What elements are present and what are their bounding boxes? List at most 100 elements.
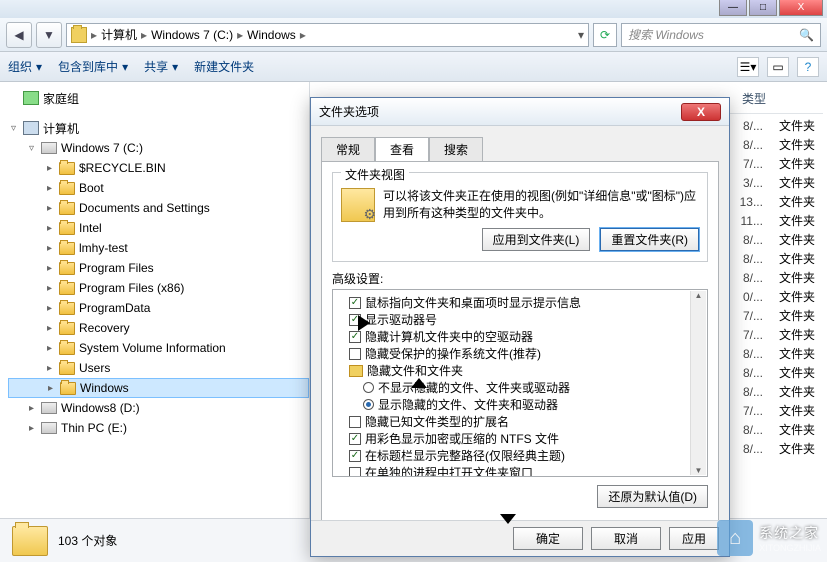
checkbox-icon[interactable]: ✓ xyxy=(349,297,361,309)
toolbar: 组织 ▾ 包含到库中 ▾ 共享 ▾ 新建文件夹 ☰ ▾ ▭ ? xyxy=(0,52,827,82)
checkbox-icon[interactable]: ✓ xyxy=(349,433,361,445)
back-button[interactable]: ◀ xyxy=(6,22,32,48)
checkbox-icon[interactable]: ✓ xyxy=(349,450,361,462)
reset-folders-button[interactable]: 重置文件夹(R) xyxy=(600,228,699,251)
scrollbar[interactable] xyxy=(690,291,706,475)
folder-icon xyxy=(59,262,75,275)
apply-to-folders-button[interactable]: 应用到文件夹(L) xyxy=(482,228,591,251)
folder-view-icon xyxy=(341,188,375,222)
search-icon[interactable]: 🔍 xyxy=(799,28,814,42)
address-bar[interactable]: ▸ 计算机 ▸ Windows 7 (C:) ▸ Windows ▸ ▾ xyxy=(66,23,589,47)
adv-checkbox-item[interactable]: ✓隐藏计算机文件夹中的空驱动器 xyxy=(335,328,705,345)
advanced-label: 高级设置: xyxy=(332,270,708,287)
checkbox-icon[interactable]: ✓ xyxy=(349,314,361,326)
dialog-close-button[interactable]: X xyxy=(681,103,721,121)
apply-button[interactable]: 应用 xyxy=(669,527,719,550)
checkbox-icon[interactable] xyxy=(349,467,361,478)
breadcrumb-drive[interactable]: Windows 7 (C:) xyxy=(151,28,233,42)
watermark-sub: XITONGZHIJIA xyxy=(759,543,821,553)
tree-folder[interactable]: ▸Windows xyxy=(8,378,309,398)
group-title: 文件夹视图 xyxy=(341,166,409,183)
chevron-right-icon[interactable]: ▸ xyxy=(141,28,147,42)
ok-button[interactable]: 确定 xyxy=(513,527,583,550)
tree-folder[interactable]: ▸$RECYCLE.BIN xyxy=(8,158,309,178)
help-button[interactable]: ? xyxy=(797,57,819,77)
dialog-tabs: 常规 查看 搜索 xyxy=(311,126,729,161)
share-menu[interactable]: 共享 ▾ xyxy=(144,58,178,75)
tree-drive-c[interactable]: ▿Windows 7 (C:) xyxy=(8,138,309,158)
include-menu[interactable]: 包含到库中 ▾ xyxy=(58,58,128,75)
tree-folder[interactable]: ▸Program Files xyxy=(8,258,309,278)
tree-drive-d[interactable]: ▸Windows8 (D:) xyxy=(8,398,309,418)
restore-defaults-button[interactable]: 还原为默认值(D) xyxy=(597,485,708,508)
tree-drive-e[interactable]: ▸Thin PC (E:) xyxy=(8,418,309,438)
dialog-title: 文件夹选项 xyxy=(319,103,379,120)
watermark-brand: 系统之家 xyxy=(759,523,821,543)
watermark-logo-icon: ⌂ xyxy=(717,520,753,556)
tab-view[interactable]: 查看 xyxy=(375,137,429,162)
tab-body: 文件夹视图 可以将该文件夹正在使用的视图(例如"详细信息"或"图标")应用到所有… xyxy=(321,161,719,531)
dialog-titlebar[interactable]: 文件夹选项 X xyxy=(311,98,729,126)
tree-homegroup[interactable]: 家庭组 xyxy=(8,88,309,108)
tree-folder[interactable]: ▸Boot xyxy=(8,178,309,198)
view-mode-button[interactable]: ☰ ▾ xyxy=(737,57,759,77)
cancel-button[interactable]: 取消 xyxy=(591,527,661,550)
radio-icon[interactable] xyxy=(363,399,374,410)
tab-search[interactable]: 搜索 xyxy=(429,137,483,162)
tree-folder[interactable]: ▸Documents and Settings xyxy=(8,198,309,218)
tree-folder[interactable]: ▸Recovery xyxy=(8,318,309,338)
radio-icon[interactable] xyxy=(363,382,374,393)
tree-folder[interactable]: ▸Users xyxy=(8,358,309,378)
adv-checkbox-item[interactable]: ✓鼠标指向文件夹和桌面项时显示提示信息 xyxy=(335,294,705,311)
chevron-right-icon[interactable]: ▸ xyxy=(91,28,97,42)
organize-menu[interactable]: 组织 ▾ xyxy=(8,58,42,75)
adv-checkbox-item[interactable]: ✓显示驱动器号 xyxy=(335,311,705,328)
tree-folder[interactable]: ▸System Volume Information xyxy=(8,338,309,358)
chevron-right-icon[interactable]: ▸ xyxy=(300,28,306,42)
folder-icon xyxy=(71,27,87,43)
new-folder-button[interactable]: 新建文件夹 xyxy=(194,58,254,75)
folder-options-dialog: 文件夹选项 X 常规 查看 搜索 文件夹视图 可以将该文件夹正在使用的视图(例如… xyxy=(310,97,730,557)
breadcrumb-windows[interactable]: Windows xyxy=(247,28,296,42)
tree-folder[interactable]: ▸Program Files (x86) xyxy=(8,278,309,298)
adv-checkbox-item[interactable]: 隐藏受保护的操作系统文件(推荐) xyxy=(335,345,705,362)
adv-checkbox-item[interactable]: 隐藏已知文件类型的扩展名 xyxy=(335,413,705,430)
tree-folder[interactable]: ▸ProgramData xyxy=(8,298,309,318)
forward-button[interactable]: ▼ xyxy=(36,22,62,48)
folder-icon xyxy=(59,342,75,355)
address-dropdown-icon[interactable]: ▾ xyxy=(578,28,584,42)
tab-general[interactable]: 常规 xyxy=(321,137,375,162)
column-type[interactable]: 类型 xyxy=(742,90,766,107)
adv-checkbox-item[interactable]: ✓在标题栏显示完整路径(仅限经典主题) xyxy=(335,447,705,464)
homegroup-icon xyxy=(23,91,39,105)
folder-view-group: 文件夹视图 可以将该文件夹正在使用的视图(例如"详细信息"或"图标")应用到所有… xyxy=(332,172,708,262)
tree-folder[interactable]: ▸Intel xyxy=(8,218,309,238)
close-button[interactable]: X xyxy=(779,0,823,16)
maximize-button[interactable]: □ xyxy=(749,0,777,16)
tree-folder[interactable]: ▸lmhy-test xyxy=(8,238,309,258)
adv-checkbox-item[interactable]: 在单独的进程中打开文件夹窗口 xyxy=(335,464,705,477)
checkbox-icon[interactable]: ✓ xyxy=(349,331,361,343)
breadcrumb-computer[interactable]: 计算机 xyxy=(101,26,137,43)
search-placeholder: 搜索 Windows xyxy=(628,26,704,43)
folder-icon xyxy=(60,382,76,395)
watermark: ⌂ 系统之家 XITONGZHIJIA xyxy=(717,520,821,556)
nav-tree[interactable]: 家庭组 ▿计算机 ▿Windows 7 (C:) ▸$RECYCLE.BIN▸B… xyxy=(0,82,310,562)
folder-icon xyxy=(349,365,363,377)
computer-icon xyxy=(23,121,39,135)
chevron-right-icon[interactable]: ▸ xyxy=(237,28,243,42)
minimize-button[interactable]: — xyxy=(719,0,747,16)
refresh-button[interactable]: ⟳ xyxy=(593,23,617,47)
preview-pane-button[interactable]: ▭ xyxy=(767,57,789,77)
folder-icon xyxy=(59,222,75,235)
adv-group-header: 隐藏文件和文件夹 xyxy=(335,362,705,379)
adv-radio-item[interactable]: 不显示隐藏的文件、文件夹或驱动器 xyxy=(335,379,705,396)
adv-radio-item[interactable]: 显示隐藏的文件、文件夹和驱动器 xyxy=(335,396,705,413)
advanced-settings-list[interactable]: ✓鼠标指向文件夹和桌面项时显示提示信息✓显示驱动器号✓隐藏计算机文件夹中的空驱动… xyxy=(332,289,708,477)
folder-icon xyxy=(12,526,48,556)
checkbox-icon[interactable] xyxy=(349,348,361,360)
search-input[interactable]: 搜索 Windows 🔍 xyxy=(621,23,821,47)
checkbox-icon[interactable] xyxy=(349,416,361,428)
adv-checkbox-item[interactable]: ✓用彩色显示加密或压缩的 NTFS 文件 xyxy=(335,430,705,447)
tree-computer[interactable]: ▿计算机 xyxy=(8,118,309,138)
